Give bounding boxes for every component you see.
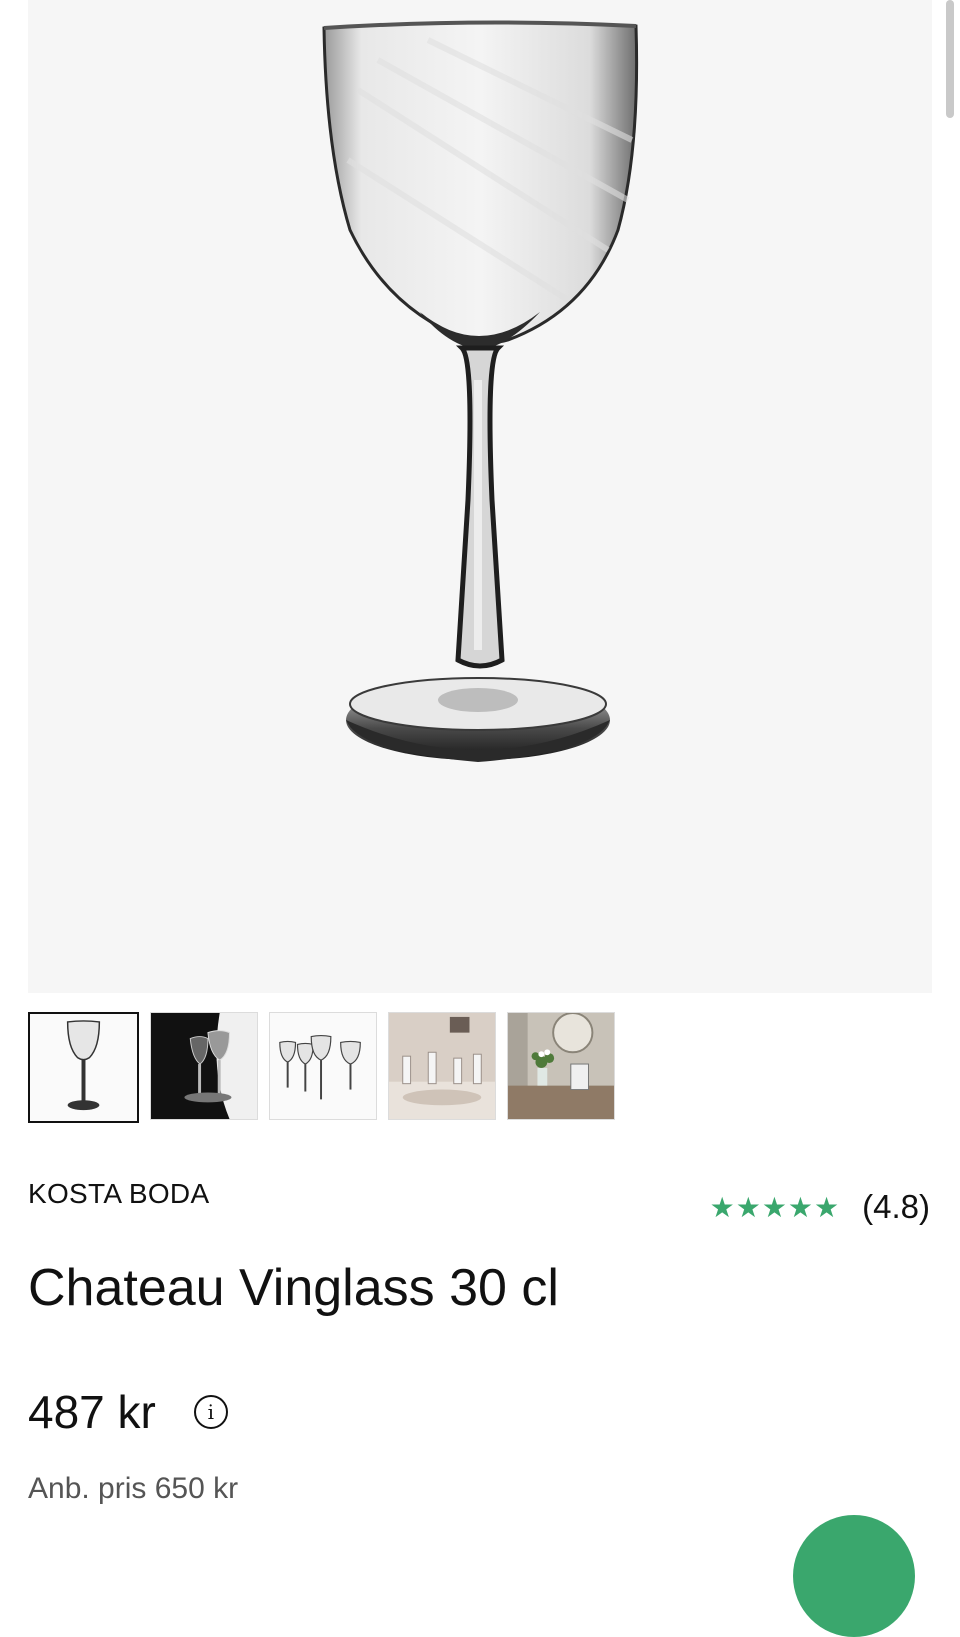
thumbnail-single-glass[interactable]	[28, 1012, 139, 1123]
thumbnail-dining-room-image	[508, 1013, 614, 1119]
thumbnail-dining-room[interactable]	[507, 1012, 615, 1120]
price-row: 487 kr i	[28, 1385, 228, 1439]
thumbnail-four-glasses-image	[270, 1013, 376, 1119]
product-main-image[interactable]	[28, 0, 932, 993]
product-price: 487 kr	[28, 1386, 156, 1438]
thumbnail-table-setting[interactable]	[388, 1012, 496, 1120]
price-info-icon[interactable]: i	[193, 1395, 228, 1429]
product-title: Chateau Vinglass 30 cl	[28, 1259, 559, 1317]
product-rating[interactable]: ★★★★★ (4.8)	[710, 1188, 930, 1226]
recommended-price: Anb. pris 650 kr	[28, 1472, 239, 1505]
thumbnail-four-glasses[interactable]	[269, 1012, 377, 1120]
thumbnail-dark-background[interactable]	[150, 1012, 258, 1120]
rating-value: (4.8)	[862, 1188, 930, 1225]
page-scrollbar[interactable]	[946, 0, 954, 118]
thumbnail-dark-background-image	[151, 1013, 257, 1119]
floating-action-button[interactable]	[793, 1515, 915, 1637]
thumbnail-strip	[28, 1012, 615, 1124]
thumbnail-single-glass-image	[30, 1014, 137, 1121]
wine-glass-illustration	[322, 20, 639, 762]
rating-stars-icon: ★★★★★	[709, 1190, 841, 1224]
thumbnail-table-setting-image	[389, 1013, 495, 1119]
brand-name[interactable]: KOSTA BODA	[28, 1178, 209, 1210]
